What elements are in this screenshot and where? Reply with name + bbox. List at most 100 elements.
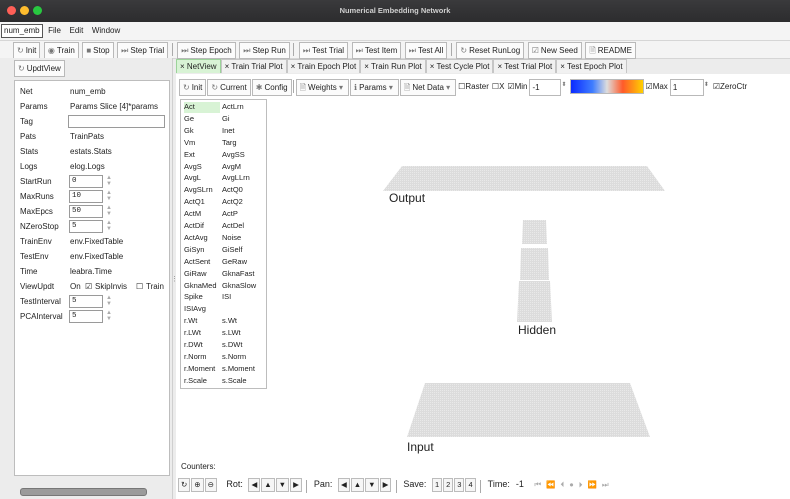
netdata-menu[interactable]: 🗎 Net Data ▾ xyxy=(399,79,457,96)
maxepcs-input[interactable]: 50 xyxy=(69,205,103,218)
rotate-right-icon[interactable]: ▶ xyxy=(290,478,302,492)
var-item[interactable]: GknaSlow xyxy=(222,281,262,292)
max-checkbox[interactable]: ☑Max xyxy=(645,79,669,94)
var-item[interactable]: AvgSS xyxy=(222,150,262,161)
var-item[interactable]: r.Norm xyxy=(184,352,220,363)
save-view-3[interactable]: 3 xyxy=(454,478,465,492)
horizontal-scrollbar[interactable] xyxy=(20,488,147,496)
spinner-icon[interactable]: ⬍ xyxy=(561,81,566,88)
menu-app[interactable]: num_emb xyxy=(1,24,43,38)
test-item-button[interactable]: ⏭ Test Item xyxy=(351,42,402,59)
output-layer[interactable] xyxy=(383,166,665,191)
var-item[interactable]: ActDel xyxy=(222,221,262,232)
test-trial-button[interactable]: ⏭ Test Trial xyxy=(298,42,349,59)
weights-menu[interactable]: 🗎 Weights ▾ xyxy=(295,79,350,96)
var-item[interactable]: GknaFast xyxy=(222,269,262,280)
var-item[interactable]: GiRaw xyxy=(184,269,220,280)
var-item[interactable]: ActLrn xyxy=(222,102,262,113)
train-button[interactable]: ◉ Train xyxy=(43,42,79,59)
save-view-4[interactable]: 4 xyxy=(465,478,476,492)
rotate-up-icon[interactable]: ▲ xyxy=(261,478,275,492)
spinner-icon[interactable]: ▲ ▼ xyxy=(106,220,112,232)
viewupdt-select[interactable]: On xyxy=(70,279,81,294)
var-item[interactable]: Inet xyxy=(222,126,262,137)
var-item[interactable]: ActSent xyxy=(184,257,220,268)
nzerostop-input[interactable]: 5 xyxy=(69,220,103,233)
rotate-left-icon[interactable]: ◀ xyxy=(248,478,261,492)
pan-right-icon[interactable]: ▶ xyxy=(379,478,392,492)
step-run-button[interactable]: ⏭ Step Run xyxy=(239,42,290,59)
raster-checkbox[interactable]: ☐Raster xyxy=(457,79,490,94)
readme-button[interactable]: 🗎 README xyxy=(585,42,637,59)
spinner-icon[interactable]: ▲ ▼ xyxy=(106,310,112,322)
var-item[interactable]: r.Moment xyxy=(184,364,220,375)
var-item[interactable]: AvgSLrn xyxy=(184,185,220,196)
var-item[interactable]: ActM xyxy=(184,209,220,220)
reset-runlog-button[interactable]: ↻ Reset RunLog xyxy=(456,42,525,59)
current-button[interactable]: ↻ Current xyxy=(207,79,251,96)
var-item[interactable]: AvgM xyxy=(222,162,262,173)
pan-down-icon[interactable]: ▼ xyxy=(365,478,379,492)
testinterval-input[interactable]: 5 xyxy=(69,295,103,308)
tab-test-cycle-plot[interactable]: × Test Cycle Plot xyxy=(425,59,494,73)
pan-up-icon[interactable]: ▲ xyxy=(350,478,365,492)
var-item[interactable]: Gi xyxy=(222,114,262,125)
hidden-layer-mid[interactable] xyxy=(520,248,549,280)
var-item[interactable]: s.Moment xyxy=(222,364,262,375)
tab-train-run-plot[interactable]: × Train Run Plot xyxy=(360,59,426,73)
var-item[interactable]: r.DWt xyxy=(184,340,220,351)
first-record-icon[interactable]: ⏮ xyxy=(532,479,543,491)
var-item[interactable]: Act xyxy=(184,102,220,113)
spinner-icon[interactable]: ▲ ▼ xyxy=(106,295,112,307)
pcainterval-input[interactable]: 5 xyxy=(69,310,103,323)
input-layer[interactable] xyxy=(407,383,650,437)
init-button[interactable]: ↻ Init xyxy=(13,42,41,59)
rotate-down-icon[interactable]: ▼ xyxy=(275,478,290,492)
skipinvis-checkbox[interactable]: ☑ xyxy=(85,279,92,294)
min-checkbox[interactable]: ☑Min xyxy=(506,79,528,94)
back-fast-icon[interactable]: ⏪ xyxy=(544,479,557,491)
var-item[interactable]: Gk xyxy=(184,126,220,137)
var-item[interactable]: Targ xyxy=(222,138,262,149)
stop-button[interactable]: ■ Stop xyxy=(82,42,114,59)
hidden-layer-top[interactable] xyxy=(522,220,547,244)
step-trial-button[interactable]: ⏭ Step Trial xyxy=(117,42,169,59)
new-seed-button[interactable]: ☑ New Seed xyxy=(527,42,582,59)
menu-window[interactable]: Window xyxy=(89,22,123,40)
spinner-icon[interactable]: ⬍ xyxy=(704,81,709,88)
var-item[interactable]: Vm xyxy=(184,138,220,149)
var-item[interactable]: ISI xyxy=(222,292,262,303)
save-view-1[interactable]: 1 xyxy=(431,478,443,492)
pan-left-icon[interactable]: ◀ xyxy=(337,478,350,492)
x-checkbox[interactable]: ☐X xyxy=(491,79,506,94)
maxruns-input[interactable]: 10 xyxy=(69,190,103,203)
updt-view-button[interactable]: ↻ UpdtView xyxy=(14,60,65,77)
last-record-icon[interactable]: ⏭ xyxy=(600,479,611,491)
var-item[interactable]: s.DWt xyxy=(222,340,262,351)
menu-file[interactable]: File xyxy=(45,22,64,40)
tab-test-epoch-plot[interactable]: × Test Epoch Plot xyxy=(556,59,627,73)
tab-test-trial-plot[interactable]: × Test Trial Plot xyxy=(493,59,557,73)
var-item[interactable]: ActAvg xyxy=(184,233,220,244)
var-item[interactable]: ActQ2 xyxy=(222,197,262,208)
max-input[interactable]: 1 xyxy=(669,79,704,96)
tab-netview[interactable]: × NetView xyxy=(176,59,221,73)
netview-init-button[interactable]: ↻ Init xyxy=(179,79,207,96)
var-item[interactable]: s.Wt xyxy=(222,316,262,327)
zoom-out-icon[interactable]: ⊖ xyxy=(204,478,217,492)
var-item[interactable]: Ge xyxy=(184,114,220,125)
zoom-in-icon[interactable]: ⊕ xyxy=(191,478,204,492)
var-item[interactable]: r.Scale xyxy=(184,376,220,387)
var-item[interactable]: GiSelf xyxy=(222,245,262,256)
var-item[interactable]: r.LWt xyxy=(184,328,220,339)
config-button[interactable]: ✱ Config xyxy=(251,79,292,96)
step-epoch-button[interactable]: ⏭ Step Epoch xyxy=(177,42,236,59)
train-checkbox[interactable]: ☐ xyxy=(136,279,143,294)
hidden-layer-bottom[interactable] xyxy=(517,281,552,322)
record-icon[interactable]: ● xyxy=(567,479,576,491)
var-item[interactable]: AvgL xyxy=(184,173,220,184)
var-item[interactable]: s.Scale xyxy=(222,376,262,387)
var-item[interactable]: ActP xyxy=(222,209,262,220)
var-item[interactable]: Spike xyxy=(184,292,220,303)
var-item[interactable]: AvgS xyxy=(184,162,220,173)
